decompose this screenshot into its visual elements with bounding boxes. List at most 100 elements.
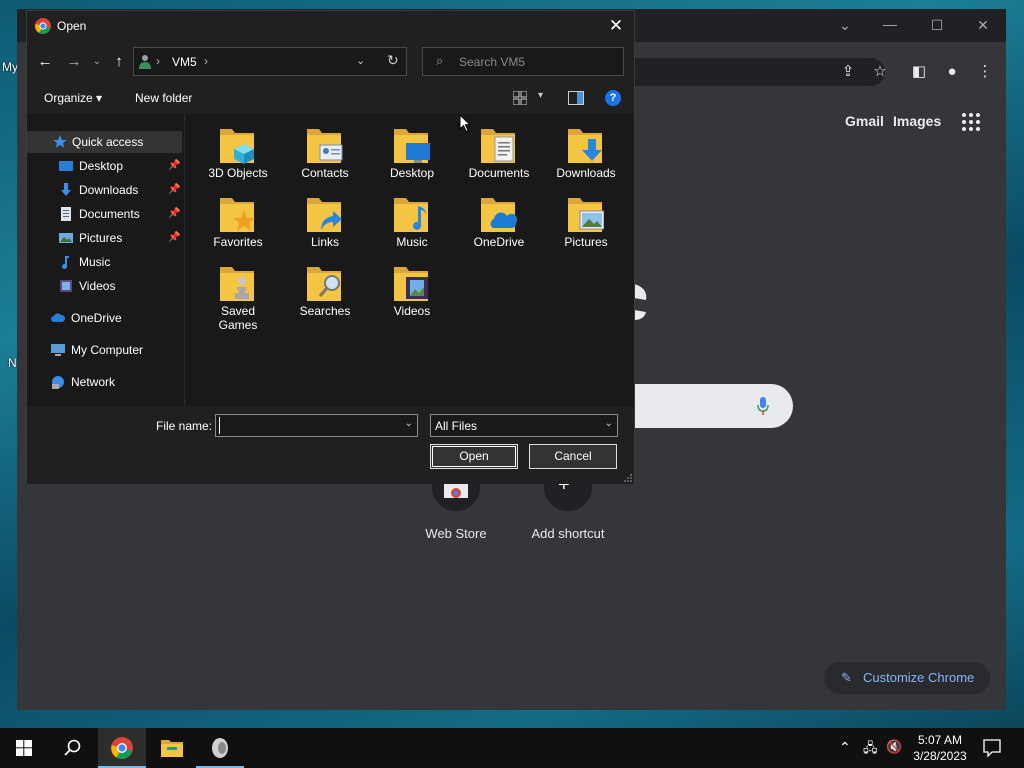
app-taskbar-button[interactable]: [196, 728, 244, 768]
nav-item-desktop[interactable]: Desktop 📌: [59, 155, 182, 177]
folder-item[interactable]: Contacts: [282, 125, 368, 193]
videos-folder-icon: [394, 267, 428, 301]
forward-arrow-icon[interactable]: →: [66, 52, 82, 72]
nav-item-my-computer[interactable]: My Computer: [51, 339, 182, 361]
nav-item-network[interactable]: Network: [51, 371, 182, 393]
chrome-icon: [35, 18, 51, 34]
file-list-pane: 3D Objects Contacts Desktop Documents Do…: [184, 114, 634, 406]
search-icon[interactable]: [64, 739, 82, 757]
music-folder-icon: [394, 198, 428, 232]
chrome-icon: [111, 737, 133, 759]
file-name-input[interactable]: [219, 417, 399, 434]
maximize-icon[interactable]: ☐: [927, 15, 947, 35]
side-panel-icon[interactable]: ◧: [908, 61, 930, 83]
folder-item[interactable]: Pictures: [543, 194, 629, 262]
microphone-icon[interactable]: [755, 396, 771, 416]
shortcut-label[interactable]: Add shortcut: [513, 526, 623, 541]
pin-icon[interactable]: 📌: [168, 203, 180, 225]
chevron-right-icon[interactable]: ›: [204, 54, 208, 68]
windows-start-icon[interactable]: [16, 740, 32, 756]
folder-item[interactable]: Downloads: [543, 125, 629, 193]
view-options-icon[interactable]: [513, 91, 527, 105]
volume-muted-icon[interactable]: 🔇: [886, 739, 902, 755]
folder-label: Desktop: [389, 166, 435, 180]
folder-item[interactable]: Documents: [456, 125, 542, 193]
folder-item[interactable]: Music: [369, 194, 455, 262]
folder-item[interactable]: Videos: [369, 263, 455, 331]
file-name-field[interactable]: ⌄: [215, 414, 418, 437]
pin-icon[interactable]: 📌: [168, 155, 180, 177]
chevron-down-icon[interactable]: ⌄: [405, 418, 413, 429]
folder-item[interactable]: OneDrive: [456, 194, 542, 262]
nav-item-documents[interactable]: Documents 📌: [59, 203, 182, 225]
chrome-taskbar-button[interactable]: [98, 728, 146, 768]
network-icon[interactable]: 🖧: [863, 739, 878, 761]
gmail-link[interactable]: Gmail: [845, 113, 884, 129]
pin-icon[interactable]: 📌: [168, 227, 180, 249]
nav-item-pictures[interactable]: Pictures 📌: [59, 227, 182, 249]
address-bar[interactable]: › VM5 › ⌄ ↻: [133, 47, 407, 76]
recent-locations-icon[interactable]: ⌄: [92, 52, 102, 72]
organize-button[interactable]: Organize ▾: [44, 91, 102, 105]
profile-icon[interactable]: ●: [941, 61, 963, 83]
desktop-icon-label[interactable]: N: [8, 356, 17, 370]
apps-grid-icon[interactable]: [962, 113, 980, 131]
back-arrow-icon[interactable]: ←: [37, 52, 53, 72]
file-name-label: File name:: [156, 419, 213, 433]
new-folder-button[interactable]: New folder: [135, 91, 192, 105]
folder-label: Videos: [393, 304, 431, 318]
file-type-select[interactable]: All Files ⌄: [430, 414, 618, 437]
chevron-up-icon[interactable]: ⌃: [839, 739, 851, 756]
up-arrow-icon[interactable]: ↑: [111, 52, 127, 72]
chevron-down-icon[interactable]: ⌄: [835, 15, 855, 35]
navigation-pane: Quick access Desktop 📌 Downloads 📌 Docum…: [27, 114, 184, 406]
search-icon: ⌕: [436, 53, 444, 68]
shortcut-label[interactable]: Web Store: [401, 526, 511, 541]
clock-time: 5:07 AM: [917, 733, 963, 747]
folder-item[interactable]: Saved Games: [195, 263, 281, 345]
refresh-icon[interactable]: ↻: [387, 52, 399, 69]
customize-chrome-button[interactable]: ✎ Customize Chrome: [824, 662, 990, 694]
nav-item-onedrive[interactable]: OneDrive: [51, 307, 182, 329]
nav-item-label: Pictures: [79, 231, 123, 245]
images-link[interactable]: Images: [893, 113, 941, 129]
share-icon[interactable]: ⇪: [837, 61, 859, 83]
minimize-icon[interactable]: —: [880, 14, 900, 34]
folder-item[interactable]: Links: [282, 194, 368, 262]
pin-icon[interactable]: 📌: [168, 179, 180, 201]
navigation-bar: ← → ⌄ ↑ › VM5 › ⌄ ↻ ⌕: [27, 42, 634, 82]
preview-pane-icon[interactable]: [568, 91, 584, 105]
bookmark-star-icon[interactable]: ☆: [869, 61, 891, 83]
file-explorer-taskbar-button[interactable]: [148, 728, 196, 768]
links-folder-icon: [307, 198, 342, 232]
chevron-down-icon[interactable]: ⌄: [356, 54, 365, 67]
folder-label: Downloads: [556, 166, 616, 180]
chevron-down-icon[interactable]: ▾: [538, 90, 543, 101]
cancel-button[interactable]: Cancel: [529, 444, 617, 469]
desktop-folder-icon: [394, 129, 430, 163]
resize-grip-icon[interactable]: [624, 474, 632, 482]
folder-item[interactable]: Searches: [282, 263, 368, 331]
nav-item-quick-access[interactable]: Quick access: [27, 131, 182, 153]
customize-label: Customize Chrome: [863, 670, 975, 685]
menu-icon[interactable]: ⋮: [974, 61, 996, 83]
help-icon[interactable]: ?: [605, 90, 621, 106]
cloud-icon: [51, 313, 65, 322]
breadcrumb-vm5[interactable]: VM5: [172, 55, 197, 69]
desktop-icon-label[interactable]: My: [2, 60, 18, 74]
notification-icon[interactable]: [983, 739, 1001, 757]
folder-item[interactable]: 3D Objects: [195, 125, 281, 193]
search-box[interactable]: ⌕: [422, 47, 624, 76]
search-input[interactable]: [459, 53, 609, 71]
close-icon[interactable]: ✕: [604, 15, 628, 37]
folder-item[interactable]: Desktop: [369, 125, 455, 193]
nav-item-videos[interactable]: Videos: [59, 275, 182, 297]
system-clock[interactable]: 5:07 AM 3/28/2023: [908, 732, 972, 764]
folder-item[interactable]: Favorites: [195, 194, 281, 262]
documents-icon: [61, 207, 71, 221]
close-icon[interactable]: ✕: [973, 15, 993, 35]
nav-item-downloads[interactable]: Downloads 📌: [59, 179, 182, 201]
open-button[interactable]: Open: [430, 444, 518, 469]
nav-item-label: Videos: [79, 279, 116, 293]
nav-item-music[interactable]: Music: [59, 251, 182, 273]
